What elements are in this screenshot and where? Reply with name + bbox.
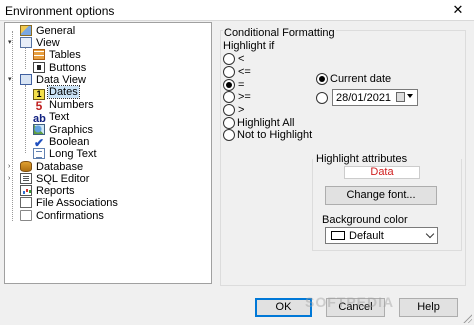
color-swatch xyxy=(331,231,345,240)
tree-item-label: Buttons xyxy=(49,62,87,74)
confirmations-icon xyxy=(20,210,32,221)
calendar-dropdown-button[interactable] xyxy=(395,92,415,103)
tree-item-label: View xyxy=(36,37,60,49)
background-color-select[interactable]: Default xyxy=(325,227,438,244)
radio-equal[interactable] xyxy=(223,79,235,91)
radio-current-date[interactable] xyxy=(316,73,328,85)
tree-item-tables[interactable]: Tables xyxy=(33,49,82,62)
expand-icon[interactable]: › xyxy=(8,163,16,171)
tree-item-label: Data View xyxy=(36,74,86,86)
tree-item-confirmations[interactable]: Confirmations xyxy=(20,210,105,223)
highlight-if-label: Highlight if xyxy=(223,40,275,52)
background-color-label: Background color xyxy=(322,214,408,226)
tree-item-label: Database xyxy=(36,161,84,173)
tree-item-text[interactable]: ab Text xyxy=(33,111,70,125)
tree-item-label: Reports xyxy=(36,185,75,197)
operator-label: = xyxy=(238,79,245,91)
options-tree[interactable]: General ▾ View Tables Buttons ▾ Data Vie… xyxy=(4,22,212,284)
tree-item-label: File Associations xyxy=(36,197,118,209)
radio-less-than[interactable] xyxy=(223,53,235,65)
tree-item-label: Dates xyxy=(47,85,80,99)
radio-not-to-highlight[interactable] xyxy=(223,129,235,141)
highlight-all-label: Highlight All xyxy=(237,117,295,129)
operator-label: >= xyxy=(238,91,251,103)
tree-connector xyxy=(12,31,13,221)
radio-highlight-all[interactable] xyxy=(223,117,235,129)
tree-item-label: Confirmations xyxy=(36,210,104,222)
background-color-value: Default xyxy=(349,230,384,242)
not-to-highlight-label: Not to Highlight xyxy=(237,129,313,141)
data-view-icon xyxy=(20,74,32,85)
tree-item-label: Tables xyxy=(49,49,81,61)
operator-label: > xyxy=(238,104,245,116)
expand-icon[interactable]: › xyxy=(8,175,16,183)
ok-button[interactable]: OK xyxy=(255,298,312,317)
tree-item-label: Graphics xyxy=(49,124,94,136)
tree-item-label: Numbers xyxy=(49,99,94,111)
tree-connector xyxy=(25,85,26,153)
radio-greater-equal[interactable] xyxy=(223,91,235,103)
operator-label: <= xyxy=(238,66,251,78)
tree-item-long-text[interactable]: Long Text xyxy=(33,148,98,161)
change-font-button[interactable]: Change font... xyxy=(325,186,437,205)
radio-greater-than[interactable] xyxy=(223,104,235,116)
tree-item-file-associations[interactable]: File Associations xyxy=(20,197,119,210)
graphics-icon xyxy=(33,124,45,135)
resize-grip-icon[interactable] xyxy=(462,313,472,323)
conditional-formatting-title: Conditional Formatting xyxy=(223,27,336,39)
reports-icon xyxy=(20,185,32,196)
sql-editor-icon xyxy=(20,173,32,184)
general-icon xyxy=(20,25,32,36)
window-title: Environment options xyxy=(5,4,115,18)
operator-label: < xyxy=(238,53,245,65)
tree-item-label: Long Text xyxy=(49,148,97,160)
chevron-down-icon xyxy=(425,229,435,239)
watermark: SOFTPEDIA xyxy=(305,294,395,310)
database-icon xyxy=(20,161,32,172)
tables-icon xyxy=(33,49,45,60)
radio-less-equal[interactable] xyxy=(223,66,235,78)
view-icon xyxy=(20,37,32,48)
tree-item-label: SQL Editor xyxy=(36,173,90,185)
tree-item-dates[interactable]: 1 Dates xyxy=(33,85,80,100)
buttons-icon xyxy=(33,62,45,73)
title-bar: Environment options ✕ xyxy=(0,0,474,21)
tree-item-label: Text xyxy=(49,111,70,123)
date-value: 28/01/2021 xyxy=(336,92,392,104)
chevron-down-icon xyxy=(407,94,413,98)
help-button[interactable]: Help xyxy=(399,298,458,317)
calendar-icon xyxy=(396,92,405,102)
current-date-label: Current date xyxy=(330,73,392,85)
collapse-icon[interactable]: ▾ xyxy=(8,39,16,47)
date-picker[interactable]: 28/01/2021 xyxy=(332,89,418,106)
collapse-icon[interactable]: ▾ xyxy=(8,76,16,84)
radio-specific-date[interactable] xyxy=(316,92,328,104)
long-text-icon xyxy=(33,148,45,159)
tree-item-label: General xyxy=(36,25,76,37)
highlight-sample: Data xyxy=(344,166,420,179)
file-associations-icon xyxy=(20,197,32,208)
close-icon[interactable]: ✕ xyxy=(442,0,474,21)
tree-connector xyxy=(25,47,26,69)
tree-item-label: Boolean xyxy=(49,136,90,148)
